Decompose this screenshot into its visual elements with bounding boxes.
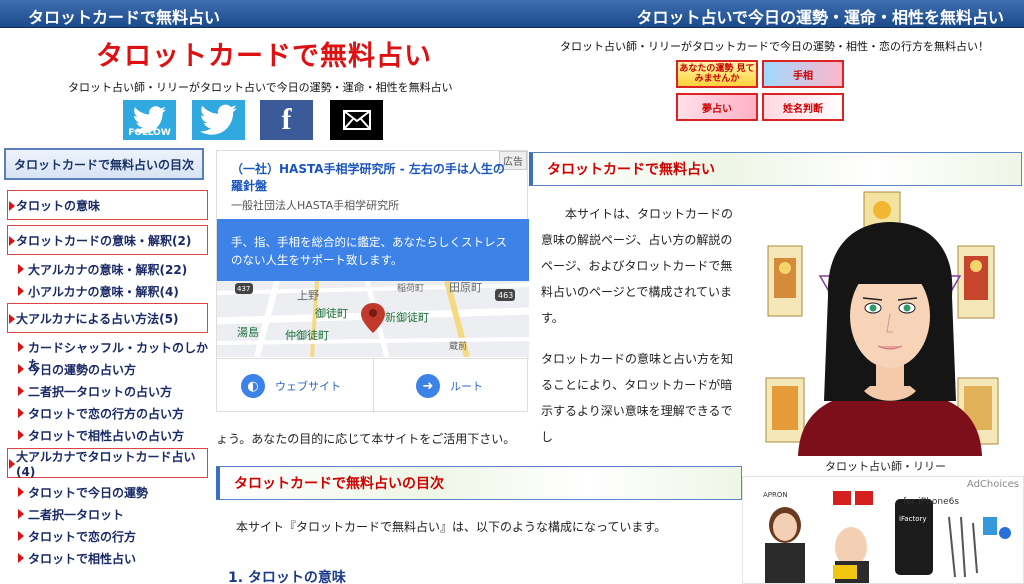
sidebar-item-love[interactable]: タロットで恋の行方 bbox=[18, 528, 136, 545]
map-label-ueno: 上野 bbox=[297, 289, 319, 302]
sidebar: タロットカードで無料占いの目次 タロットの意味 タロットカードの意味・解釈(2)… bbox=[0, 148, 212, 584]
map-route-463: 463 bbox=[498, 291, 513, 300]
sidebar-item-love-method[interactable]: タロットで恋の行方の占い方 bbox=[18, 405, 184, 422]
topbar-tagline: タロット占いで今日の運勢・運命・相性を無料占い bbox=[636, 8, 1004, 27]
dream-reading-banner[interactable]: 夢占い bbox=[676, 93, 758, 121]
envelope-icon bbox=[342, 110, 371, 130]
map-graphic: 463 437 上野 御徒町 仲御徒町 湯島 新御徒町 田原町 蔵前 稲荷町 bbox=[217, 281, 529, 357]
fortune-banner[interactable]: あなたの運勢 見てみませんか bbox=[676, 60, 758, 88]
ad-title[interactable]: （一社）HASTA手相学研究所 - 左右の手は人生の羅針盤 bbox=[231, 161, 511, 195]
ad-route-label: ルート bbox=[450, 380, 483, 393]
sidebar-item-daily-method[interactable]: 今日の運勢の占い方 bbox=[18, 361, 136, 378]
header-tagline: タロット占い師・リリーがタロットカードで今日の運勢・相性・恋の行方を無料占い！ bbox=[560, 40, 989, 53]
section-title-tarot-meaning: 1. タロットの意味 bbox=[228, 570, 346, 584]
map-label-yushima: 湯島 bbox=[237, 325, 259, 339]
usage-paragraph: タロットカードの意味と占い方を知ることにより、タロットカードが暗示するより深い意… bbox=[541, 352, 734, 444]
map-label-nakaokachimachi: 仲御徒町 bbox=[285, 328, 329, 342]
fortune-teller-portrait bbox=[760, 186, 1022, 456]
map-label-inaricho: 稲荷町 bbox=[397, 282, 424, 294]
ad-route-button[interactable]: ➜ ルート bbox=[373, 359, 529, 413]
site-title[interactable]: タロットカードで無料占い bbox=[96, 34, 432, 73]
name-reading-banner[interactable]: 姓名判断 bbox=[762, 93, 844, 121]
sidebar-title: タロットカードで無料占いの目次 bbox=[4, 148, 204, 180]
facebook-share-button[interactable]: f bbox=[260, 100, 313, 140]
twitter-follow-button[interactable]: FOLLOW bbox=[123, 100, 176, 140]
topbar-site-name[interactable]: タロットカードで無料占い bbox=[28, 4, 220, 28]
map-label-tawaramachi: 田原町 bbox=[449, 281, 482, 294]
adchoices-label[interactable]: AdChoices bbox=[967, 479, 1019, 490]
tarot-card-left bbox=[767, 245, 803, 317]
map-label-okachimachi: 御徒町 bbox=[315, 306, 348, 320]
sidebar-category-card-meaning[interactable]: タロットカードの意味・解釈(2) bbox=[7, 225, 208, 255]
portrait-caption: タロット占い師・リリー bbox=[825, 460, 946, 473]
tarot-card-bottom-left bbox=[765, 377, 805, 443]
section-heading-main: タロットカードで無料占い bbox=[529, 152, 1022, 186]
map-route-437: 437 bbox=[237, 285, 250, 293]
sidebar-item-compat[interactable]: タロットで相性占い bbox=[18, 550, 136, 567]
product-advertisement[interactable]: AdChoices APRON iFactory for iPhone6s bbox=[742, 476, 1024, 584]
palm-reading-banner[interactable]: 手相 bbox=[762, 60, 844, 88]
sidebar-category-reading-method[interactable]: 大アルカナによる占い方法(5) bbox=[7, 303, 208, 333]
portrait-illustration bbox=[765, 191, 999, 456]
twitter-bird-icon bbox=[199, 104, 237, 135]
tarot-card-right bbox=[957, 245, 995, 319]
facebook-icon: f bbox=[281, 103, 292, 136]
intro-paragraph: 本サイトは、タロットカードの意味の解説ページ、占い方の解説のページ、およびタロッ… bbox=[541, 207, 734, 325]
ad-actions: ◐ ウェブサイト ➜ ルート bbox=[217, 358, 529, 413]
site-description: タロット占い師・リリーがタロット占いで今日の運勢・運命・相性を無料占い bbox=[68, 81, 453, 94]
ad-map[interactable]: 463 437 上野 御徒町 仲御徒町 湯島 新御徒町 田原町 蔵前 稲荷町 bbox=[217, 281, 529, 357]
sidebar-category-fortune[interactable]: 大アルカナでタロットカード占い(4) bbox=[7, 448, 208, 479]
sidebar-category-tarot-meaning[interactable]: タロットの意味 bbox=[7, 190, 208, 220]
top-bar: タロットカードで無料占い タロット占いで今日の運勢・運命・相性を無料占い bbox=[0, 0, 1024, 28]
follow-label: FOLLOW bbox=[128, 128, 171, 138]
toc-intro-text: 本サイト『タロットカードで無料占い』は、以下のような構成になっています。 bbox=[236, 520, 667, 534]
map-label-shin-okachimachi: 新御徒町 bbox=[385, 310, 429, 324]
map-advertisement[interactable]: 広告 （一社）HASTA手相学研究所 - 左右の手は人生の羅針盤 一般社団法人H… bbox=[216, 150, 529, 413]
map-label-kuramae: 蔵前 bbox=[449, 340, 467, 352]
sidebar-item-compat-method[interactable]: タロットで相性占いの占い方 bbox=[18, 427, 184, 444]
sidebar-item-minor-arcana-meaning[interactable]: 小アルカナの意味・解釈(4) bbox=[18, 283, 179, 300]
ad-website-label: ウェブサイト bbox=[275, 380, 341, 393]
ad2-brand: APRON bbox=[763, 491, 788, 499]
ad2-phone-label: for iPhone6s bbox=[903, 497, 960, 507]
sidebar-item-daily-fortune[interactable]: タロットで今日の運勢 bbox=[18, 484, 148, 501]
ad2-phone-brand: iFactory bbox=[899, 515, 927, 523]
ad-website-button[interactable]: ◐ ウェブサイト bbox=[217, 359, 373, 413]
email-share-button[interactable] bbox=[330, 100, 383, 140]
usage-paragraph-end: ょう。あなたの目的に応じて本サイトをご活用下さい。 bbox=[216, 432, 516, 446]
sidebar-item-choice[interactable]: 二者択一タロット bbox=[18, 506, 124, 523]
twitter-share-button[interactable] bbox=[192, 100, 245, 140]
globe-icon: ◐ bbox=[241, 374, 265, 398]
sidebar-item-major-arcana-meaning[interactable]: 大アルカナの意味・解釈(22) bbox=[18, 261, 187, 278]
product-ad-image: APRON iFactory bbox=[763, 491, 1011, 583]
section-heading-toc: タロットカードで無料占いの目次 bbox=[216, 466, 742, 500]
ad-blurb[interactable]: 手、指、手相を総合的に鑑定、あなたらしくストレスのない人生をサポート致します。 bbox=[217, 219, 529, 281]
route-arrow-icon: ➜ bbox=[416, 374, 440, 398]
ad-organization: 一般社団法人HASTA手相学研究所 bbox=[231, 199, 400, 212]
sidebar-item-choice-method[interactable]: 二者択一タロットの占い方 bbox=[18, 383, 172, 400]
